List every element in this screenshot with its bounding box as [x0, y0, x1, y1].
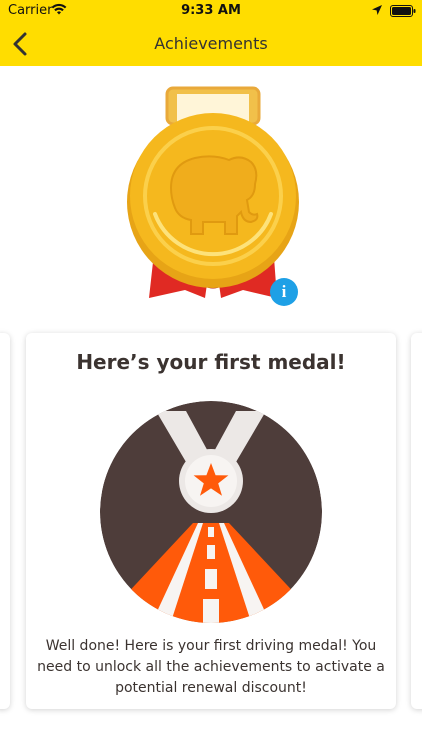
card-heading: Here’s your first medal!	[76, 350, 346, 374]
previous-card-peek[interactable]	[0, 333, 10, 709]
road-star-badge-icon	[100, 401, 322, 623]
next-card-peek[interactable]	[411, 333, 422, 709]
achievement-card[interactable]: Here’s your first medal! Well done! Here…	[26, 333, 396, 709]
location-arrow-icon	[372, 5, 382, 15]
top-bar: Carrier 9:33 AM Achievements	[0, 0, 422, 66]
medal-area: i	[0, 66, 422, 316]
status-bar: Carrier 9:33 AM	[0, 0, 422, 22]
card-message: Well done! Here is your first driving me…	[37, 638, 385, 696]
page-title: Achievements	[154, 34, 268, 53]
gold-medal-icon	[127, 86, 299, 298]
status-time: 9:33 AM	[181, 3, 241, 18]
navigation-bar: Achievements	[0, 22, 422, 66]
info-button[interactable]: i	[270, 278, 298, 306]
battery-icon	[390, 5, 416, 17]
